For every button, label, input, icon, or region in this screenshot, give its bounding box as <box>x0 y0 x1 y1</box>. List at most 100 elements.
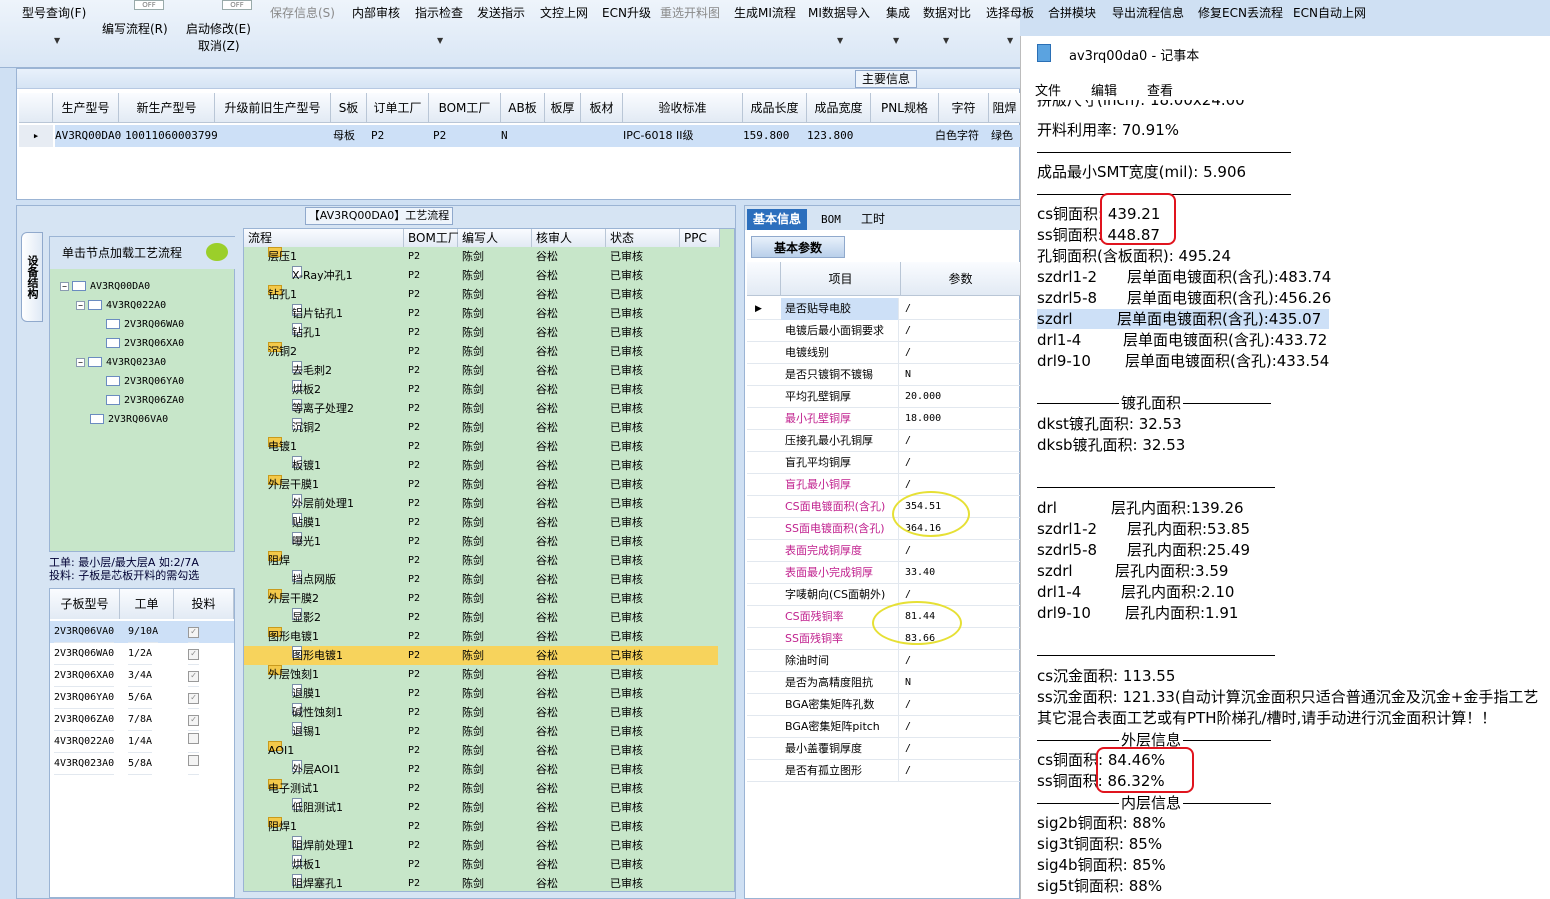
ecn-upgrade-button[interactable]: ECN升级 <box>602 4 651 21</box>
device-structure-tab[interactable]: 设备结构 <box>21 232 43 322</box>
integrate-button[interactable]: 集成 <box>886 4 910 21</box>
param-row[interactable]: CS面电镀面积(含孔) 354.51 <box>747 496 1021 518</box>
ecn-auto-online-button[interactable]: ECN自动上网 <box>1293 4 1366 21</box>
flow-row[interactable]: 图形电镀1 P2 陈剑 谷松 已审核 <box>244 646 718 665</box>
flow-row[interactable]: 退锡1 P2 陈剑 谷松 已审核 <box>244 722 718 741</box>
model-query-button[interactable]: 型号查询(F) <box>22 4 86 21</box>
col-header[interactable]: 核审人 <box>532 229 606 247</box>
dropdown-arrow-icon[interactable]: ▼ <box>437 36 443 45</box>
col-header[interactable]: 子板型号 <box>50 589 120 619</box>
param-row[interactable]: 表面最小完成铜厚 33.40 <box>747 562 1021 584</box>
col-header[interactable]: BOM工厂 <box>404 229 460 247</box>
param-row[interactable]: 是否只镀铜不镀锡 N <box>747 364 1021 386</box>
flow-row[interactable]: 碱性蚀刻1 P2 陈剑 谷松 已审核 <box>244 703 718 722</box>
flow-row[interactable]: −外层干膜2P2陈剑谷松已审核 <box>244 589 718 608</box>
flow-row[interactable]: 退膜1 P2 陈剑 谷松 已审核 <box>244 684 718 703</box>
feed-checkbox[interactable]: ✓ <box>188 709 199 731</box>
flow-row[interactable]: 显影2 P2 陈剑 谷松 已审核 <box>244 608 718 627</box>
tab-work-hours[interactable]: 工时 <box>855 209 891 230</box>
flow-row[interactable]: 低阻测试1 P2 陈剑 谷松 已审核 <box>244 798 718 817</box>
param-row[interactable]: 平均孔壁铜厚 20.000 <box>747 386 1021 408</box>
tree-node[interactable]: 2V3RQ06XA0 <box>106 338 184 349</box>
dropdown-arrow-icon[interactable]: ▼ <box>54 36 60 45</box>
menu-file[interactable]: 文件 <box>1035 80 1061 99</box>
col-header[interactable]: PPC <box>680 229 720 247</box>
flow-row[interactable]: −阻焊P2陈剑谷松已审核 <box>244 551 718 570</box>
flow-row[interactable]: −外层干膜1P2陈剑谷松已审核 <box>244 475 718 494</box>
param-row[interactable]: 是否为高精度阻抗 N <box>747 672 1021 694</box>
data-compare-button[interactable]: 数据对比 <box>923 4 971 21</box>
menu-edit[interactable]: 编辑 <box>1091 80 1117 99</box>
param-row[interactable]: 最小盖覆铜厚度 / <box>747 738 1021 760</box>
flow-row[interactable]: −电子测试1P2陈剑谷松已审核 <box>244 779 718 798</box>
export-flow-button[interactable]: 导出流程信息 <box>1112 4 1184 21</box>
col-header[interactable]: 新生产型号 <box>119 93 215 123</box>
param-row[interactable]: 字唛朝向(CS面朝外) / <box>747 584 1021 606</box>
save-info-button[interactable]: 保存信息(S) <box>270 4 335 21</box>
tree-node[interactable]: 2V3RQ06ZA0 <box>106 395 184 406</box>
col-header[interactable]: 升级前旧生产型号 <box>215 93 331 123</box>
toggle-switch[interactable]: OFF <box>134 0 164 10</box>
flow-row[interactable]: −钻孔1P2陈剑谷松已审核 <box>244 285 718 304</box>
flow-row[interactable]: 铝片钻孔1 P2 陈剑 谷松 已审核 <box>244 304 718 323</box>
flow-row[interactable]: 外层AOI1 P2 陈剑 谷松 已审核 <box>244 760 718 779</box>
feed-checkbox[interactable] <box>188 753 199 775</box>
tab-bom[interactable]: BOM <box>815 209 847 230</box>
col-header[interactable]: 状态 <box>606 229 680 247</box>
generate-mi-button[interactable]: 生成MI流程 <box>734 4 796 21</box>
flow-row[interactable]: −沉铜2P2陈剑谷松已审核 <box>244 342 718 361</box>
param-row[interactable]: BGA密集矩阵pitch / <box>747 716 1021 738</box>
col-header[interactable]: 阻焊 <box>989 93 1021 123</box>
tab-basic-info[interactable]: 基本信息 <box>747 209 808 230</box>
cancel-button[interactable]: 取消(Z) <box>198 37 240 54</box>
col-header[interactable]: 生产型号 <box>53 93 119 123</box>
col-header[interactable]: 板厚 <box>545 93 581 123</box>
param-row[interactable]: SS面电镀面积(含孔) 364.16 <box>747 518 1021 540</box>
param-row[interactable]: 是否有孤立图形 / <box>747 760 1021 782</box>
param-row[interactable]: BGA密集矩阵孔数 / <box>747 694 1021 716</box>
flow-row[interactable]: 外层前处理1 P2 陈剑 谷松 已审核 <box>244 494 718 513</box>
col-header[interactable]: 成品宽度 <box>807 93 871 123</box>
tree-node[interactable]: 2V3RQ06YA0 <box>106 376 184 387</box>
feed-checkbox[interactable]: ✓ <box>188 665 199 687</box>
col-header[interactable]: PNL规格 <box>871 93 939 123</box>
comment-icon[interactable] <box>206 243 228 261</box>
internal-review-button[interactable]: 内部审核 <box>352 4 400 21</box>
dropdown-arrow-icon[interactable]: ▼ <box>943 36 949 45</box>
start-modify-button[interactable]: 启动修改(E) <box>186 20 251 37</box>
doc-online-button[interactable]: 文控上网 <box>540 4 588 21</box>
feed-checkbox[interactable]: ✓ <box>188 621 199 643</box>
flow-row[interactable]: 曝光1 P2 陈剑 谷松 已审核 <box>244 532 718 551</box>
col-header[interactable]: 参数 <box>901 262 1021 296</box>
tab-basic-params[interactable]: 基本参数 <box>751 236 845 258</box>
param-row[interactable]: 盲孔最小铜厚 / <box>747 474 1021 496</box>
tree-node[interactable]: −4V3RQ022A0 <box>76 300 166 311</box>
col-header[interactable]: 验收标准 <box>623 93 743 123</box>
select-mother-button[interactable]: 选择母板 <box>986 4 1034 21</box>
feed-checkbox[interactable] <box>188 731 199 753</box>
flow-row[interactable]: 阻焊前处理1 P2 陈剑 谷松 已审核 <box>244 836 718 855</box>
flow-row[interactable]: −AOI1P2陈剑谷松已审核 <box>244 741 718 760</box>
mi-import-button[interactable]: MI数据导入 <box>808 4 870 21</box>
flow-row[interactable]: 烘板1 P2 陈剑 谷松 已审核 <box>244 855 718 874</box>
menu-view[interactable]: 查看 <box>1147 80 1173 99</box>
flow-row[interactable]: X-Ray冲孔1 P2 陈剑 谷松 已审核 <box>244 266 718 285</box>
feed-checkbox[interactable]: ✓ <box>188 643 199 665</box>
flow-row[interactable]: −图形电镀1P2陈剑谷松已审核 <box>244 627 718 646</box>
param-row[interactable]: 表面完成铜厚度 / <box>747 540 1021 562</box>
flow-row[interactable]: −层压1P2陈剑谷松已审核 <box>244 247 718 266</box>
param-row[interactable]: ▶ 是否贴导电胶 / <box>747 298 1021 320</box>
flow-row[interactable]: 去毛刺2 P2 陈剑 谷松 已审核 <box>244 361 718 380</box>
flow-row[interactable]: 烘板2 P2 陈剑 谷松 已审核 <box>244 380 718 399</box>
col-header[interactable]: 成品长度 <box>743 93 807 123</box>
repair-ecn-button[interactable]: 修复ECN丢流程 <box>1198 4 1283 21</box>
tree-node[interactable]: − AV3RQ00DA0 <box>60 281 150 292</box>
tree-node[interactable]: 2V3RQ06WA0 <box>106 319 184 330</box>
dropdown-arrow-icon[interactable]: ▼ <box>837 36 843 45</box>
param-row[interactable]: 电镀线别 / <box>747 342 1021 364</box>
reselect-cutting-button[interactable]: 重选开料图 <box>660 4 720 21</box>
send-instruction-button[interactable]: 发送指示 <box>477 4 525 21</box>
flow-row[interactable]: 沉铜2 P2 陈剑 谷松 已审核 <box>244 418 718 437</box>
col-header[interactable]: 订单工厂 <box>367 93 429 123</box>
dropdown-arrow-icon[interactable]: ▼ <box>1007 36 1013 45</box>
